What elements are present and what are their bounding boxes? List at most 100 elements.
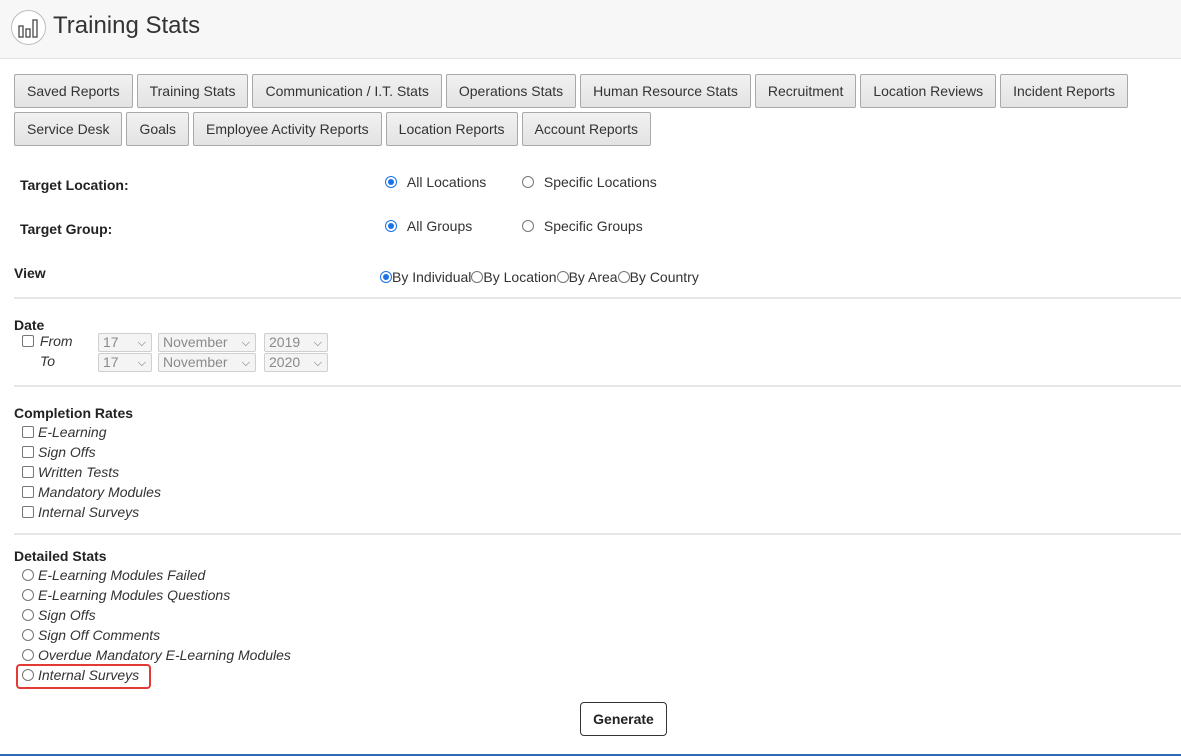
radio-button[interactable] <box>385 176 397 188</box>
from-year-select[interactable]: 2019 ⌵ <box>264 333 328 352</box>
date-checkbox[interactable] <box>22 335 34 347</box>
radio-label: Specific Locations <box>543 174 657 190</box>
radio-label: Sign Offs <box>38 607 96 623</box>
radio-button[interactable] <box>22 649 34 661</box>
checkbox-label: Mandatory Modules <box>38 484 161 500</box>
radio-button[interactable] <box>22 589 34 601</box>
tab-row-2: Service Desk Goals Employee Activity Rep… <box>14 112 1174 146</box>
checkbox-mandatory-modules[interactable]: Mandatory Modules <box>22 484 161 500</box>
view-options: By Individual By Location By Area By Countr… <box>380 269 699 285</box>
tab-account-reports[interactable]: Account Reports <box>521 112 652 146</box>
radio-button[interactable] <box>522 176 534 188</box>
chevron-down-icon: ⌵ <box>137 337 146 349</box>
tab-location-reviews[interactable]: Location Reviews <box>860 74 997 108</box>
from-day-select[interactable]: 17 ⌵ <box>98 333 152 352</box>
tab-location-reports[interactable]: Location Reports <box>385 112 518 146</box>
tab-operations-stats[interactable]: Operations Stats <box>445 74 577 108</box>
select-value: 17 <box>103 354 119 370</box>
from-month-select[interactable]: November ⌵ <box>158 333 256 352</box>
checkbox[interactable] <box>22 486 34 498</box>
tab-incident-reports[interactable]: Incident Reports <box>1000 74 1129 108</box>
checkbox-sign-offs[interactable]: Sign Offs <box>22 444 96 460</box>
radio-label: By Country <box>629 269 699 285</box>
checkbox-internal-surveys[interactable]: Internal Surveys <box>22 504 139 520</box>
checkbox-label: Internal Surveys <box>38 504 140 520</box>
divider <box>14 385 1181 387</box>
checkbox-label: E-Learning <box>38 424 107 440</box>
radio-button[interactable] <box>385 220 397 232</box>
tab-service-desk[interactable]: Service Desk <box>14 112 123 146</box>
date-filter-toggle[interactable]: From <box>22 333 73 349</box>
tab-saved-reports[interactable]: Saved Reports <box>14 74 133 108</box>
chevron-down-icon: ⌵ <box>241 357 250 369</box>
divider <box>14 297 1181 299</box>
checkbox[interactable] <box>22 466 34 478</box>
radio-button[interactable] <box>522 220 534 232</box>
radio-button[interactable] <box>22 609 34 621</box>
tab-employee-activity-reports[interactable]: Employee Activity Reports <box>193 112 382 146</box>
checkbox[interactable] <box>22 446 34 458</box>
select-value: 2020 <box>269 354 301 370</box>
radio-all-groups[interactable]: All Groups <box>385 218 472 234</box>
radio-e-learning-modules-failed[interactable]: E-Learning Modules Failed <box>22 567 205 583</box>
radio-label: All Groups <box>406 218 473 234</box>
tab-communication-it-stats[interactable]: Communication / I.T. Stats <box>252 74 442 108</box>
target-location-label: Target Location: <box>20 177 129 193</box>
radio-button[interactable] <box>22 569 34 581</box>
target-group-label: Target Group: <box>20 221 113 237</box>
select-value: 17 <box>103 334 119 350</box>
select-value: November <box>163 334 228 350</box>
checkbox-written-tests[interactable]: Written Tests <box>22 464 119 480</box>
radio-label: Specific Groups <box>543 218 643 234</box>
radio-specific-groups[interactable]: Specific Groups <box>522 218 643 234</box>
radio-by-location[interactable] <box>471 271 484 283</box>
radio-all-locations[interactable]: All Locations <box>385 174 486 190</box>
completion-rates-label: Completion Rates <box>14 405 134 421</box>
radio-label: Overdue Mandatory E-Learning Modules <box>38 647 291 663</box>
tab-human-resource-stats[interactable]: Human Resource Stats <box>580 74 751 108</box>
checkbox[interactable] <box>22 506 34 518</box>
radio-button[interactable] <box>22 629 34 641</box>
to-label: To <box>40 353 56 369</box>
radio-label: By Area <box>568 269 618 285</box>
bar-chart-icon <box>11 10 46 45</box>
divider <box>14 533 1181 535</box>
radio-label: E-Learning Modules Failed <box>38 567 206 583</box>
to-month-select[interactable]: November ⌵ <box>158 353 256 372</box>
date-label: Date <box>14 317 45 333</box>
report-tabs: Saved Reports Training Stats Communicati… <box>14 74 1174 150</box>
radio-label: All Locations <box>406 174 487 190</box>
view-label: View <box>14 265 46 281</box>
generate-button[interactable]: Generate <box>580 702 667 736</box>
radio-label: Sign Off Comments <box>38 627 161 643</box>
chevron-down-icon: ⌵ <box>241 337 250 349</box>
highlight-box <box>16 664 151 689</box>
page-header: Training Stats <box>0 0 1181 59</box>
tab-row-1: Saved Reports Training Stats Communicati… <box>14 74 1174 108</box>
tab-training-stats[interactable]: Training Stats <box>136 74 249 108</box>
checkbox-e-learning[interactable]: E-Learning <box>22 424 107 440</box>
radio-by-area[interactable] <box>556 271 569 283</box>
radio-e-learning-modules-questions[interactable]: E-Learning Modules Questions <box>22 587 230 603</box>
radio-specific-locations[interactable]: Specific Locations <box>522 174 657 190</box>
radio-by-individual[interactable] <box>380 271 392 283</box>
radio-by-country[interactable] <box>617 271 630 283</box>
radio-label: By Location <box>483 269 557 285</box>
select-value: November <box>163 354 228 370</box>
detailed-stats-label: Detailed Stats <box>14 548 107 564</box>
radio-label: E-Learning Modules Questions <box>38 587 231 603</box>
checkbox[interactable] <box>22 426 34 438</box>
radio-sign-offs[interactable]: Sign Offs <box>22 607 96 623</box>
tab-goals[interactable]: Goals <box>126 112 190 146</box>
to-day-select[interactable]: 17 ⌵ <box>98 353 152 372</box>
tab-recruitment[interactable]: Recruitment <box>754 74 857 108</box>
select-value: 2019 <box>269 334 301 350</box>
from-label: From <box>39 333 73 349</box>
radio-overdue-mandatory-modules[interactable]: Overdue Mandatory E-Learning Modules <box>22 647 291 663</box>
chevron-down-icon: ⌵ <box>137 357 146 369</box>
chevron-down-icon: ⌵ <box>313 337 322 349</box>
checkbox-label: Sign Offs <box>38 444 96 460</box>
to-year-select[interactable]: 2020 ⌵ <box>264 353 328 372</box>
checkbox-label: Written Tests <box>38 464 120 480</box>
radio-sign-off-comments[interactable]: Sign Off Comments <box>22 627 160 643</box>
